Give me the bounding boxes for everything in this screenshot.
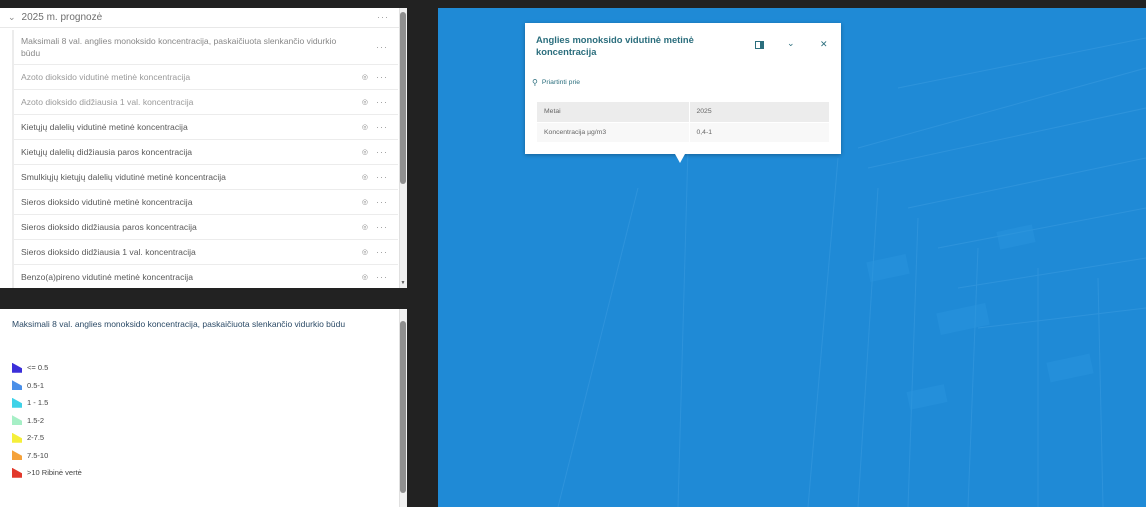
legend-item: 1 - 1.5: [12, 394, 82, 412]
layer-group-label: 2025 m. prognozė: [21, 12, 103, 23]
legend-label: 1 - 1.5: [27, 398, 49, 408]
legend-swatch: [12, 432, 22, 443]
layer-item-label: Kietųjų dalelių didžiausia paros koncent…: [21, 147, 193, 157]
layer-item-label: Kietųjų dalelių vidutinė metinė koncentr…: [21, 122, 188, 132]
visibility-icon[interactable]: ◎: [362, 173, 368, 181]
attribute-field: Metai: [537, 102, 689, 123]
popup-attribute-table: Metai 2025 Koncentracija µg/m3 0,4-1: [537, 102, 829, 143]
legend-items: <= 0.5 0.5-1 1 - 1.5 1.5-2 2-7.5 7.5-10 >10 Ri…: [12, 359, 82, 482]
chevron-down-icon[interactable]: ⌄: [787, 38, 795, 49]
layer-item-label: Benzo(a)pireno vidutinė metinė koncentra…: [21, 272, 193, 282]
more-options-icon[interactable]: ···: [376, 172, 388, 182]
table-row: Koncentracija µg/m3 0,4-1: [537, 122, 829, 143]
legend-swatch: [12, 467, 22, 478]
legend-swatch: [12, 362, 22, 373]
visibility-icon[interactable]: ◎: [362, 98, 368, 106]
legend-label: >10 Ribinė vertė: [27, 468, 82, 478]
visibility-icon[interactable]: ◎: [362, 148, 368, 156]
layer-item-label: Azoto dioksido vidutinė metinė koncentra…: [21, 72, 191, 82]
more-options-icon[interactable]: ···: [376, 97, 388, 107]
layer-list-scrollbar-thumb[interactable]: [400, 12, 406, 184]
popup-title: Anglies monoksido vidutinė metinė koncen…: [536, 34, 694, 57]
legend-item: 2-7.5: [12, 429, 82, 447]
legend-label: 1.5-2: [27, 415, 45, 425]
layer-item[interactable]: Azoto dioksido vidutinė metinė koncentra…: [12, 65, 398, 90]
more-options-icon[interactable]: ···: [376, 197, 388, 207]
more-options-icon[interactable]: ···: [376, 147, 388, 157]
legend-item: <= 0.5: [12, 359, 82, 377]
zoom-to-label: Priartinti prie: [541, 79, 581, 86]
layer-item-label: Sieros dioksido didžiausia 1 val. koncen…: [21, 247, 196, 257]
legend-title: Maksimali 8 val. anglies monoksido konce…: [12, 319, 346, 329]
layer-item-label: Sieros dioksido vidutinė metinė koncentr…: [21, 197, 193, 207]
layer-item[interactable]: Sieros dioksido didžiausia 1 val. koncen…: [12, 240, 398, 265]
legend-swatch: [12, 397, 22, 408]
attribute-value: 0,4-1: [688, 122, 829, 143]
layer-group-header[interactable]: ⌄ 2025 m. prognozė ···: [0, 8, 407, 28]
layer-list-scrollbar[interactable]: ▼: [399, 8, 407, 288]
legend-item: >10 Ribinė vertė: [12, 464, 82, 482]
chevron-down-icon[interactable]: ⌄: [8, 12, 16, 23]
legend-label: 0.5-1: [27, 380, 45, 390]
table-row: Metai 2025: [537, 102, 829, 123]
legend-item: 7.5-10: [12, 447, 82, 465]
zoom-in-icon: ⚲: [532, 78, 538, 87]
legend-swatch: [12, 415, 22, 426]
layer-item-label: Maksimali 8 val. anglies monoksido konce…: [21, 36, 337, 58]
visibility-icon[interactable]: ◎: [362, 273, 368, 281]
dock-icon[interactable]: [755, 41, 764, 49]
feature-popup: Anglies monoksido vidutinė metinė koncen…: [525, 23, 841, 163]
legend-item: 0.5-1: [12, 377, 82, 395]
visibility-icon[interactable]: ◎: [362, 73, 368, 81]
legend-scrollbar[interactable]: [399, 309, 407, 507]
legend-label: 2-7.5: [27, 433, 45, 443]
visibility-icon[interactable]: ◎: [362, 248, 368, 256]
layer-item-label: Sieros dioksido didžiausia paros koncent…: [21, 222, 197, 232]
layer-list: Maksimali 8 val. anglies monoksido konce…: [0, 30, 398, 288]
legend-swatch: [12, 450, 22, 461]
visibility-icon[interactable]: ◎: [362, 223, 368, 231]
zoom-to-button[interactable]: ⚲ Priartinti prie: [532, 78, 580, 87]
legend-scrollbar-thumb[interactable]: [400, 321, 406, 493]
legend-swatch: [12, 380, 22, 391]
layer-item-label: Smulkiųjų kietųjų dalelių vidutinė metin…: [21, 172, 226, 182]
layer-item-label: Azoto dioksido didžiausia 1 val. koncent…: [21, 97, 194, 107]
scroll-down-icon[interactable]: ▼: [400, 280, 406, 286]
more-options-icon[interactable]: ···: [376, 72, 388, 82]
layer-item[interactable]: Sieros dioksido didžiausia paros koncent…: [12, 215, 398, 240]
popup-pointer: [675, 154, 685, 163]
layer-item[interactable]: Kietųjų dalelių vidutinė metinė koncentr…: [12, 115, 398, 140]
layer-item[interactable]: Maksimali 8 val. anglies monoksido konce…: [12, 30, 398, 65]
visibility-icon[interactable]: ◎: [362, 123, 368, 131]
legend-label: 7.5-10: [27, 450, 49, 460]
layer-item[interactable]: Smulkiųjų kietųjų dalelių vidutinė metin…: [12, 165, 398, 190]
layer-item[interactable]: Kietųjų dalelių didžiausia paros koncent…: [12, 140, 398, 165]
more-options-icon[interactable]: ···: [376, 41, 388, 53]
layer-list-panel: ⌄ 2025 m. prognozė ··· Maksimali 8 val. …: [0, 8, 407, 288]
attribute-value: 2025: [688, 102, 829, 123]
attribute-field: Koncentracija µg/m3: [537, 122, 689, 143]
layer-item[interactable]: Sieros dioksido vidutinė metinė koncentr…: [12, 190, 398, 215]
more-options-icon[interactable]: ···: [376, 222, 388, 232]
visibility-icon[interactable]: ◎: [362, 198, 368, 206]
legend-panel: Maksimali 8 val. anglies monoksido konce…: [0, 309, 407, 507]
legend-label: <= 0.5: [27, 363, 49, 373]
more-options-icon[interactable]: ···: [376, 272, 388, 282]
legend-item: 1.5-2: [12, 412, 82, 430]
more-options-icon[interactable]: ···: [376, 247, 388, 257]
layer-item[interactable]: Benzo(a)pireno vidutinė metinė koncentra…: [12, 265, 398, 288]
app-root: ⌄ 2025 m. prognozė ··· Maksimali 8 val. …: [0, 0, 1146, 507]
close-icon[interactable]: ✕: [820, 39, 828, 50]
more-options-icon[interactable]: ···: [376, 122, 388, 132]
more-options-icon[interactable]: ···: [377, 12, 389, 22]
layer-item[interactable]: Azoto dioksido didžiausia 1 val. koncent…: [12, 90, 398, 115]
